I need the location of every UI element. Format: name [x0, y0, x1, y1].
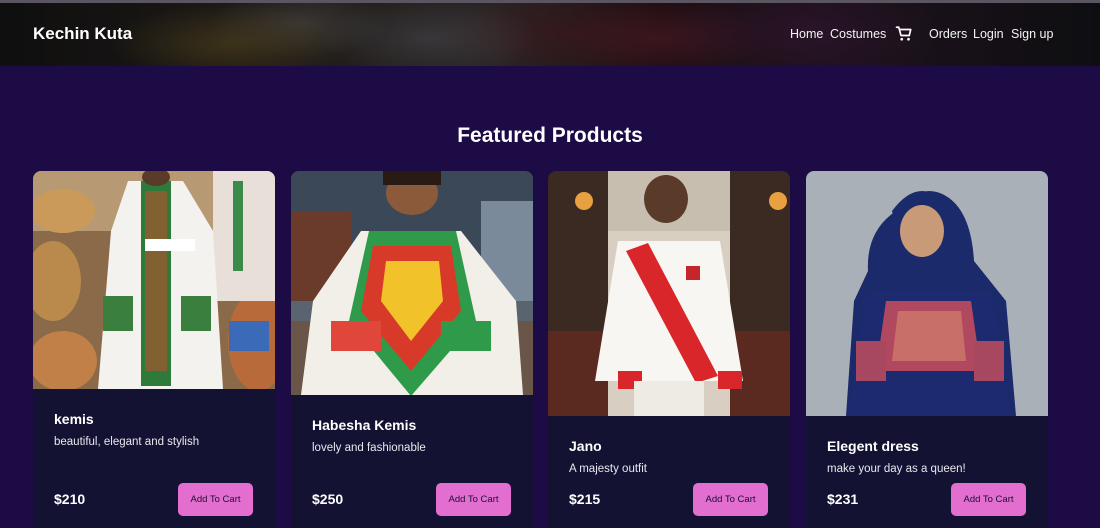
add-to-cart-button[interactable]: Add To Cart: [693, 483, 768, 516]
product-price: $231: [827, 491, 859, 507]
product-price: $250: [312, 491, 344, 507]
navbar: Kechin Kuta Home Costumes Orders Login S…: [0, 3, 1100, 66]
product-name: Habesha Kemis: [312, 417, 417, 433]
product-image[interactable]: [291, 171, 533, 395]
add-to-cart-button[interactable]: Add To Cart: [951, 483, 1026, 516]
add-to-cart-button[interactable]: Add To Cart: [178, 483, 253, 516]
product-price: $215: [569, 491, 601, 507]
shopping-cart-icon[interactable]: [895, 25, 913, 43]
product-card: Jano A majesty outfit $215 Add To Cart: [548, 171, 790, 528]
product-description: beautiful, elegant and stylish: [54, 436, 200, 448]
product-price: $210: [54, 491, 86, 507]
nav-orders[interactable]: Orders: [929, 27, 967, 41]
add-to-cart-button[interactable]: Add To Cart: [436, 483, 511, 516]
product-image[interactable]: [33, 171, 275, 389]
product-card: kemis beautiful, elegant and stylish $21…: [33, 171, 275, 528]
product-name: kemis: [54, 411, 94, 427]
nav-signup[interactable]: Sign up: [1011, 27, 1053, 41]
product-name: Jano: [569, 438, 602, 454]
nav-costumes[interactable]: Costumes: [830, 27, 886, 41]
product-name: Elegent dress: [827, 438, 919, 454]
nav-login[interactable]: Login: [973, 27, 1004, 41]
product-description: make your day as a queen!: [827, 463, 966, 475]
product-description: lovely and fashionable: [312, 442, 426, 454]
nav-home[interactable]: Home: [790, 27, 823, 41]
product-card: Elegent dress make your day as a queen! …: [806, 171, 1048, 528]
product-image[interactable]: [806, 171, 1048, 416]
nav-links: Home Costumes Orders Login Sign up: [0, 27, 1100, 47]
section-title: Featured Products: [457, 124, 643, 147]
product-card: Habesha Kemis lovely and fashionable $25…: [291, 171, 533, 528]
product-description: A majesty outfit: [569, 463, 647, 475]
product-image[interactable]: [548, 171, 790, 416]
